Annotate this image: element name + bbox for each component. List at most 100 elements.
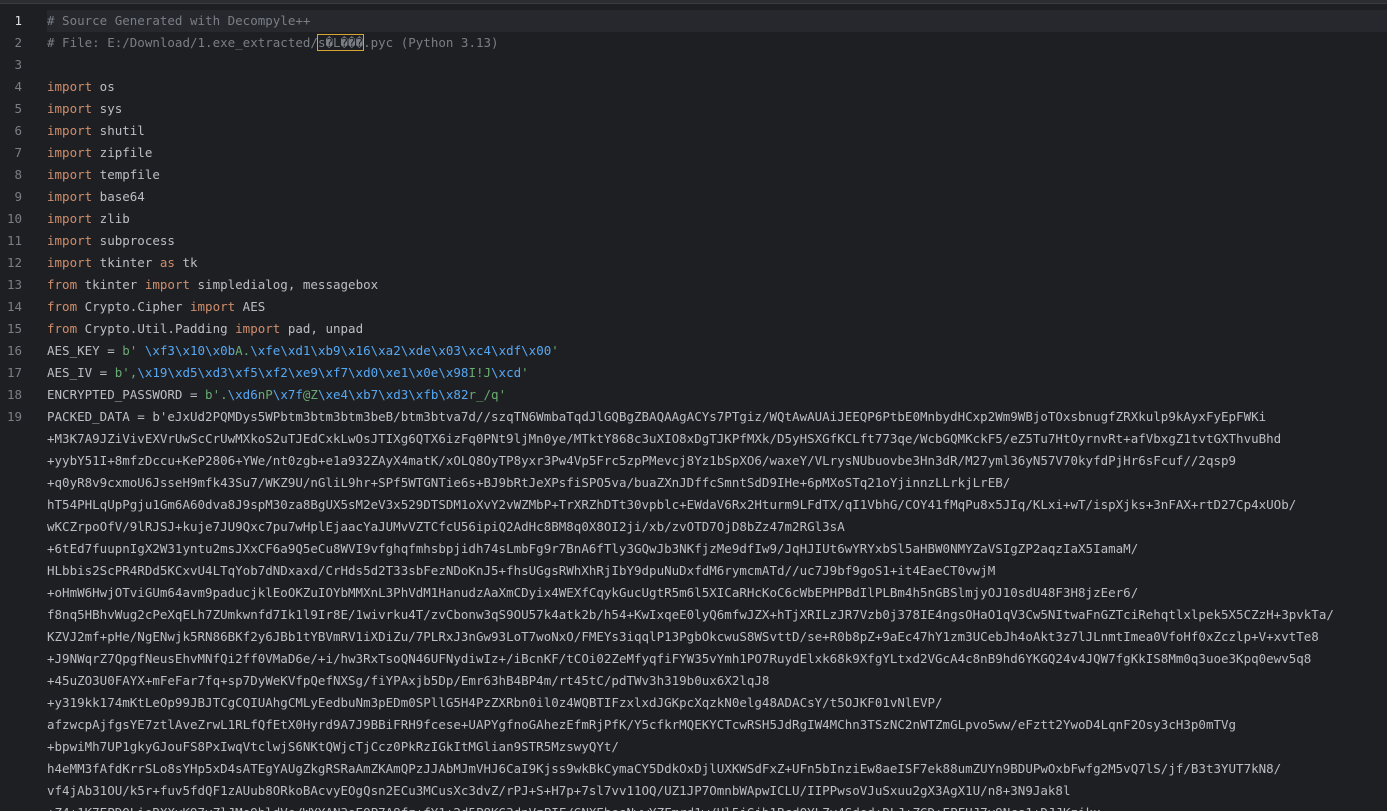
code-line-wrapped[interactable]: h4eMM3fAfdKrrSLo8sYHp5xD4sATEgYAUgZkgRSR…	[47, 758, 1387, 780]
line-number: 7	[14, 145, 22, 160]
code-line-wrapped[interactable]: HLbbis2ScPR4RDd5KCxvU4LTqYob7dNDxaxd/CrH…	[47, 560, 1387, 582]
code-line[interactable]: import base64	[47, 186, 1387, 208]
code-token: Crypto.Cipher	[77, 299, 190, 314]
line-number: 9	[14, 189, 22, 204]
line-number: 4	[14, 79, 22, 94]
code-line[interactable]: import tkinter as tk	[47, 252, 1387, 274]
line-number: 18	[6, 387, 22, 402]
code-token: AES_IV =	[47, 365, 115, 380]
code-token: import	[47, 123, 93, 138]
code-line[interactable]: import zipfile	[47, 142, 1387, 164]
code-token: tkinter	[77, 277, 145, 292]
code-token: zlib	[92, 211, 130, 226]
code-line[interactable]: from Crypto.Cipher import AES	[47, 296, 1387, 318]
code-area[interactable]: # Source Generated with Decompyle++ # Fil…	[47, 10, 1387, 811]
code-token: b'	[122, 343, 145, 358]
line-number: 16	[6, 343, 22, 358]
code-line-wrapped[interactable]: +45uZO3U0FAYX+mFeFar7fq+sp7DyWeKVfpQefNX…	[47, 670, 1387, 692]
code-line-wrapped[interactable]: +6tEd7fuupnIgX2W31yntu2msJXxCF6a9Q5eCu8W…	[47, 538, 1387, 560]
code-line[interactable]: import tempfile	[47, 164, 1387, 186]
code-editor[interactable]: 1 2 3 4 5 6 7 8 9 10 11 12 13 14 15 16 17 18 19 # Source G…	[0, 0, 1387, 811]
code-token: import	[47, 101, 93, 116]
code-token: AES_KEY =	[47, 343, 123, 358]
code-line-wrapped[interactable]: +bpwiMh7UP1gkyGJouFS8PxIwqVtclwjS6NKtQWj…	[47, 736, 1387, 758]
code-line[interactable]: ENCRYPTED_PASSWORD = b'.\xd6nP\x7f@Z\xe4…	[47, 384, 1387, 406]
code-line[interactable]: AES_KEY = b' \xf3\x10\x0bA.\xfe\xd1\xb9\…	[47, 340, 1387, 362]
code-token: pad, unpad	[280, 321, 364, 336]
code-line-wrapped[interactable]: wKCZrpoOfV/9lRJSJ+kuje7JU9Qxc7pu7wHplEja…	[47, 516, 1387, 538]
code-line-wrapped[interactable]: +yybY51I+8mfzDccu+KeP2806+YWe/nt0zgb+e1a…	[47, 450, 1387, 472]
code-token: import	[47, 233, 93, 248]
code-line[interactable]: AES_IV = b',\x19\xd5\xd3\xf5\xf2\xe9\xf7…	[47, 362, 1387, 384]
code-token: \xd6	[227, 387, 258, 402]
code-line[interactable]	[47, 54, 1387, 76]
code-token: \x19\xd5\xd3\xf5\xf2\xe9\xf7\xd0\xe1\x0e…	[137, 365, 469, 380]
code-token: \xe4\xb7\xd3\xfb\x82	[317, 387, 469, 402]
code-token: from	[47, 299, 78, 314]
code-token: tk	[174, 255, 198, 270]
line-number: 12	[6, 255, 22, 270]
code-token: simpledialog, messagebox	[190, 277, 379, 292]
code-token: \xcd	[491, 365, 522, 380]
code-line-wrapped[interactable]: f8nq5HBhvWug2cPeXqELh7ZUmkwnfd7Ik1l9Ir8E…	[47, 604, 1387, 626]
code-line[interactable]: from Crypto.Util.Padding import pad, unp…	[47, 318, 1387, 340]
code-line-wrapped[interactable]: vf4jAb31OU/k5r+fuv5fdQF1zAUub8ORkoBAcvyE…	[47, 780, 1387, 802]
code-token: @Z	[302, 387, 318, 402]
code-token: Crypto.Util.Padding	[77, 321, 236, 336]
code-token: import	[47, 189, 93, 204]
code-line-wrapped[interactable]: +M3K7A9JZiVivEXVrUwScCrUwMXkoS2uTJEdCxkL…	[47, 428, 1387, 450]
code-token: '	[521, 365, 529, 380]
code-token: nP	[257, 387, 273, 402]
code-token: \xfe\xd1\xb9\x16\xa2\xde\x03\xc4\xdf\x00	[250, 343, 552, 358]
code-line[interactable]: import subprocess	[47, 230, 1387, 252]
code-line-wrapped[interactable]: +J9NWqrZ7QpgfNeusEhvMNfQi2ff0VMaD6e/+i/h…	[47, 648, 1387, 670]
code-token: from	[47, 277, 78, 292]
editor-top-border	[0, 0, 1387, 4]
line-number: 14	[6, 299, 22, 314]
code-line[interactable]: import sys	[47, 98, 1387, 120]
line-number: 3	[14, 57, 22, 72]
code-token: I!J	[468, 365, 492, 380]
code-line-wrapped[interactable]: afzwcpAjfgsYE7ztlAveZrwL1RLfQfEtX0Hyrd9A…	[47, 714, 1387, 736]
line-number: 17	[6, 365, 22, 380]
line-number: 10	[6, 211, 22, 226]
code-token: b',	[114, 365, 138, 380]
code-token: \x7f	[272, 387, 303, 402]
code-token: import	[47, 167, 93, 182]
code-line-wrapped[interactable]: +q0yR8v9cxmoU6JsseH9mfk43Su7/WKZ9U/nGliL…	[47, 472, 1387, 494]
code-token: import	[47, 211, 93, 226]
code-line[interactable]: # File: E:/Download/1.exe_extracted/s�L�…	[47, 32, 1387, 54]
line-number: 1	[14, 13, 22, 28]
code-line[interactable]: from tkinter import simpledialog, messag…	[47, 274, 1387, 296]
code-token: '	[551, 343, 559, 358]
code-line-wrapped[interactable]: KZVJ2mf+pHe/NgENwjk5RN86BKf2y6JBb1tYBVmR…	[47, 626, 1387, 648]
code-token: A.	[235, 343, 251, 358]
code-token: from	[47, 321, 78, 336]
code-token: import	[47, 255, 93, 270]
code-line[interactable]: import os	[47, 76, 1387, 98]
code-token: import	[235, 321, 281, 336]
code-token: ENCRYPTED_PASSWORD =	[47, 387, 206, 402]
code-line[interactable]: PACKED_DATA = b'eJxUd2PQMDys5WPbtm3btm3b…	[47, 406, 1387, 428]
code-token: b'.	[205, 387, 228, 402]
code-token: tkinter	[92, 255, 160, 270]
code-token: tempfile	[92, 167, 160, 182]
code-token: base64	[92, 189, 145, 204]
line-number: 5	[14, 101, 22, 116]
code-line-wrapped[interactable]: hT54PHLqUpPgju1Gm6A60dva8J9spM30za8BgUX5…	[47, 494, 1387, 516]
code-line-wrapped[interactable]: +y319kk174mKtLeOp99JBJTCgCQIUAhgCMLyEedb…	[47, 692, 1387, 714]
code-line[interactable]: # Source Generated with Decompyle++	[47, 10, 1387, 32]
code-line[interactable]: import zlib	[47, 208, 1387, 230]
code-line-wrapped[interactable]: +oHmW6HwjOTviGUm64avm9paducjklEoOKZuIOYb…	[47, 582, 1387, 604]
line-number-gutter: 1 2 3 4 5 6 7 8 9 10 11 12 13 14 15 16 17 18 19	[0, 10, 40, 428]
code-line[interactable]: import shutil	[47, 120, 1387, 142]
code-line-wrapped[interactable]: +Z4+1K7EPDOLioRXXyK97vZlJMe9hldVe/WYYAN3…	[47, 802, 1387, 811]
line-number: 6	[14, 123, 22, 138]
code-token: # File: E:/Download/1.exe_extracted/	[47, 35, 318, 50]
line-number: 8	[14, 167, 22, 182]
code-token: PACKED_DATA = b'eJxUd2PQMDys5WPbtm3btm3b…	[47, 409, 1267, 424]
line-number: 13	[6, 277, 22, 292]
code-token: import	[47, 79, 93, 94]
code-token: zipfile	[92, 145, 153, 160]
line-number: 2	[14, 35, 22, 50]
